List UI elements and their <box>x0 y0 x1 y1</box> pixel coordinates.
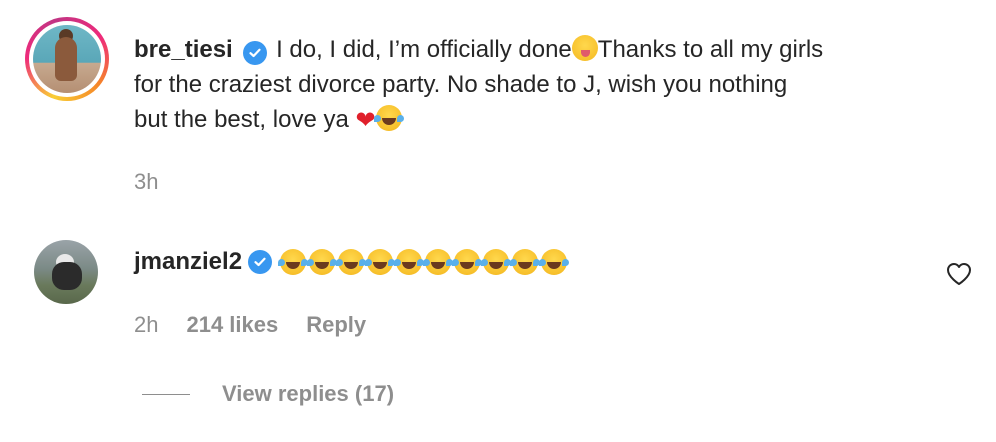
tears-of-joy-emoji <box>452 248 481 275</box>
tears-of-joy-emoji <box>510 248 539 275</box>
comment-1-text-line-1: I do, I did, I’m officially done <box>276 36 572 63</box>
reply-button[interactable]: Reply <box>306 312 366 338</box>
comment-1-text-line-3: for the craziest divorce party. No shade… <box>134 71 788 98</box>
comment-2-emojis <box>278 248 570 276</box>
zany-face-emoji <box>571 35 598 61</box>
username-bre-tiesi[interactable]: bre_tiesi <box>134 36 233 63</box>
tears-of-joy-emoji <box>365 248 394 275</box>
comment-2-header: jmanziel2 <box>134 248 570 276</box>
tears-of-joy-emoji <box>336 248 365 275</box>
comment-1-body: bre_tiesi I do, I did, I’m officially do… <box>134 32 974 138</box>
comment-2-meta: 2h 214 likes Reply <box>134 312 366 338</box>
avatar-bre-tiesi[interactable] <box>33 25 101 93</box>
comment-1-text-line-2: Thanks to all my girls <box>597 36 824 63</box>
verified-badge-icon <box>243 41 268 65</box>
replies-divider <box>142 394 190 395</box>
avatar-jmanziel2[interactable] <box>34 240 98 304</box>
red-heart-emoji: ❤ <box>355 107 376 134</box>
comment-1-time: 3h <box>134 169 159 194</box>
tears-of-joy-emoji <box>481 248 510 275</box>
tears-of-joy-emoji <box>373 105 402 131</box>
tears-of-joy-emoji <box>394 248 423 275</box>
tears-of-joy-emoji <box>539 248 568 275</box>
comment-1: bre_tiesi I do, I did, I’m officially do… <box>134 32 974 138</box>
comment-2-time: 2h <box>134 312 159 337</box>
username-jmanziel2[interactable]: jmanziel2 <box>134 248 242 276</box>
tears-of-joy-emoji <box>278 248 307 275</box>
tears-of-joy-emoji <box>307 248 336 275</box>
likes-count[interactable]: 214 likes <box>186 312 278 338</box>
verified-badge-icon <box>248 250 273 274</box>
comment-1-text-line-4: but the best, love ya <box>134 106 349 133</box>
heart-outline-icon[interactable] <box>946 262 972 286</box>
tears-of-joy-emoji <box>423 248 452 275</box>
view-replies-button[interactable]: View replies (17) <box>222 381 394 407</box>
